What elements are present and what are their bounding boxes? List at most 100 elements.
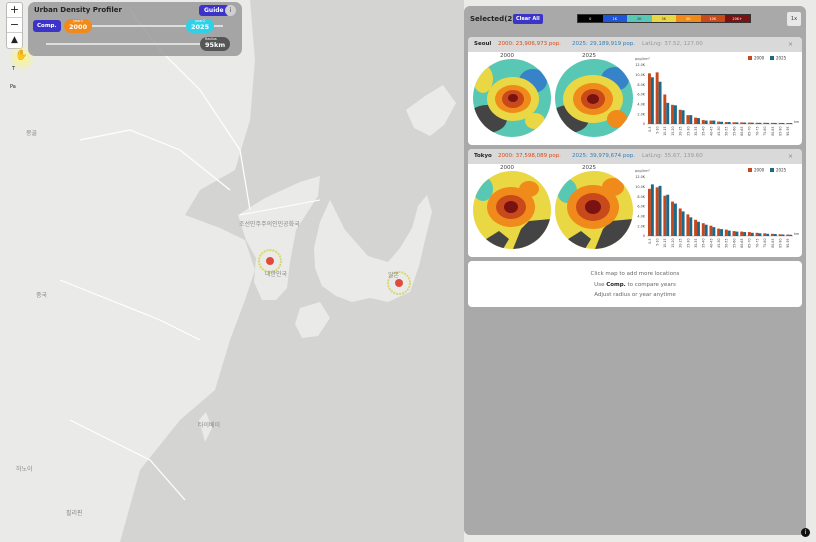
x-tick-label: 25-30 (686, 239, 690, 248)
bar-2000-70-75 (755, 122, 759, 124)
density-bar-chart-seoul: pop/km² 2000 2025 0 2.0K 4.0K 6.0K 8.0K 10.0K 12.… (635, 56, 799, 136)
close-card-icon[interactable]: × (788, 153, 793, 160)
x-tick-label: 75-80 (763, 127, 767, 136)
bar-2000-25-30 (686, 214, 690, 236)
speed-button[interactable]: 1x (787, 12, 801, 26)
bar-2000-40-45 (709, 120, 713, 124)
bar-2025-45-50 (720, 121, 723, 124)
bar-2025-5-10 (658, 81, 662, 124)
density-color-legend: 0 1K 2K 3K 5K 10K 20K+ (577, 14, 751, 23)
bar-2000-5-10 (655, 72, 659, 124)
radius-handle[interactable]: Radius 95km (200, 37, 231, 51)
x-tick-label: 20-25 (679, 239, 683, 248)
x-tick-label: 10-15 (663, 127, 667, 136)
x-tick-label: 60-65 (740, 127, 744, 136)
x-tick-label: 30-35 (694, 239, 698, 248)
x-tick-label: 15-20 (671, 127, 675, 136)
selected-panel: Selected(2) Clear All 0 1K 2K 3K 5K 10K 20K+ 1… (464, 6, 806, 535)
x-tick-label: 10-15 (663, 239, 667, 248)
bar-2000-65-70 (747, 232, 751, 236)
bar-2000-35-40 (701, 223, 705, 236)
y-tick-label: 6.0K (637, 93, 645, 97)
y-tick-label: 12.0K (635, 63, 646, 67)
bar-2025-5-10 (658, 185, 662, 236)
bar-2025-10-15 (666, 194, 670, 236)
latlng: LatLng: 35.67, 139.60 (642, 153, 703, 159)
bar-2000-50-55 (724, 229, 728, 236)
bar-2000-55-60 (732, 231, 736, 236)
info-icon[interactable]: i (225, 5, 236, 16)
bar-2025-0-5 (650, 184, 654, 236)
bar-2000-45-50 (717, 228, 721, 236)
card-header: Seoul 2000: 23,906,973 pop. 2025: 29,189… (468, 37, 802, 52)
bar-2000-10-15 (663, 94, 667, 124)
bar-2000-85-90 (778, 122, 782, 124)
legend-label-2000: 2000 (754, 56, 765, 61)
pop-2000: 2000: 23,906,973 pop. (498, 41, 561, 47)
bar-2025-0-5 (650, 77, 654, 124)
bar-2025-60-65 (743, 122, 747, 124)
x-tick-label: 30-35 (694, 127, 698, 136)
bar-2000-50-55 (724, 122, 728, 124)
bar-2000-65-70 (747, 122, 751, 124)
bar-2000-75-80 (763, 233, 767, 236)
bar-2025-10-15 (666, 102, 670, 124)
bar-2025-15-20 (673, 105, 677, 124)
latlng: LatLng: 37.52, 127.00 (642, 41, 703, 47)
year1-handle[interactable]: year1 2000 (64, 19, 93, 33)
bar-2000-5-10 (655, 187, 659, 236)
x-tick-label: 50-55 (725, 239, 729, 248)
map-label-china: 중국 (36, 292, 48, 299)
city-name: Tokyo (474, 153, 492, 159)
hint-line-2: Use Comp. to compare years (594, 281, 676, 288)
y-tick-label: 8.0K (637, 83, 645, 87)
radius-value: 95km (205, 40, 226, 49)
bar-2000-30-35 (694, 219, 698, 236)
bar-2025-65-70 (750, 232, 754, 236)
y-tick-label: 4.0K (637, 215, 645, 219)
bar-2025-80-85 (773, 234, 777, 236)
clear-all-button[interactable]: Clear All (513, 14, 543, 24)
x-tick-label: 90-95 (786, 127, 790, 136)
compare-button[interactable]: Comp. (33, 20, 61, 32)
x-tick-label: 35-40 (702, 127, 706, 136)
bar-2000-90-95 (786, 123, 790, 124)
radius-slider-track[interactable] (46, 43, 206, 45)
map-label-mongolia: 몽골 (26, 130, 38, 137)
x-tick-label: 0-5 (648, 239, 652, 244)
x-tick-label: 40-45 (709, 127, 713, 136)
bar-2025-85-90 (781, 122, 785, 124)
legend-swatch-4: 5K (676, 15, 701, 22)
bar-2025-50-55 (727, 230, 731, 236)
x-tick-label: 65-70 (748, 127, 752, 136)
density-map-2025 (555, 171, 633, 249)
hint-comp-word: Comp. (606, 281, 626, 288)
x-tick-label: 55-60 (732, 239, 736, 248)
x-tick-label: 25-30 (686, 127, 690, 136)
chart-xlabel: km (794, 232, 799, 236)
x-tick-label: 75-80 (763, 239, 767, 248)
hint-line-1: Click map to add more locations (590, 271, 680, 277)
pop-2000: 2000: 37,598,089 pop. (498, 153, 561, 159)
legend-swatch-2025 (770, 56, 774, 60)
bar-2000-30-35 (694, 117, 698, 124)
info-dot-icon[interactable]: i (801, 528, 810, 537)
bar-2025-15-20 (673, 203, 677, 236)
y-tick-label: 10.0K (635, 73, 646, 77)
close-card-icon[interactable]: × (788, 41, 793, 48)
bar-2025-85-90 (781, 234, 785, 236)
bar-2000-45-50 (717, 121, 721, 124)
x-tick-label: 15-20 (671, 239, 675, 248)
bar-2000-85-90 (778, 234, 782, 236)
y-tick-label: 6.0K (637, 205, 645, 209)
x-tick-label: 80-85 (771, 239, 775, 248)
map-label-manila: 필리핀 (66, 510, 83, 517)
y-tick-label: 2.0K (637, 224, 645, 228)
density-map-2000 (473, 171, 551, 249)
bar-2025-30-35 (697, 221, 700, 236)
zoom-in-button[interactable]: + (7, 3, 22, 18)
zoom-out-button[interactable]: − (7, 18, 22, 33)
year2-handle[interactable]: year2 2025 (186, 19, 215, 33)
legend-swatch-6: 20K+ (725, 15, 750, 22)
bar-2000-75-80 (763, 122, 767, 124)
